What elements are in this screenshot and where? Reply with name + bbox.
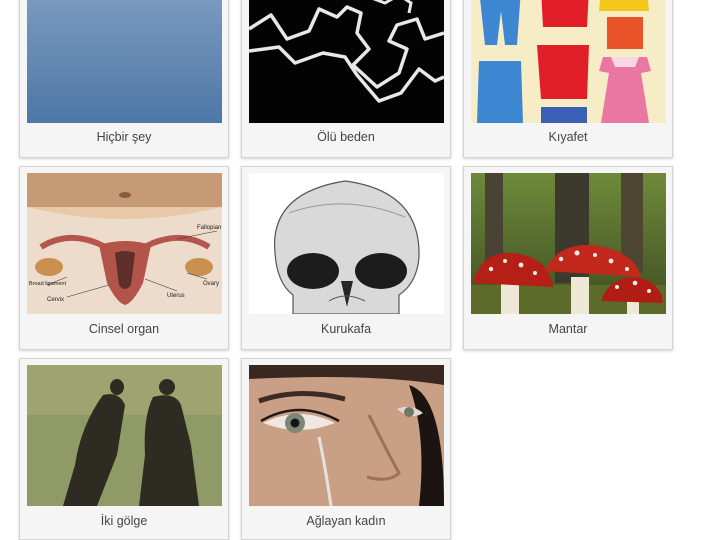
card-caption: Kurukafa [320,322,372,336]
grid-card-olu-beden[interactable]: Ölü beden [241,0,451,158]
label-uterus: Uterus [167,293,185,299]
grid-card-cinsel-organ[interactable]: Fallopian Ovary Uterus Broad ligament Ce… [19,166,229,350]
card-caption: Kıyafet [548,130,588,144]
mushroom-image [471,173,666,314]
two-shadows-image [27,365,222,506]
chalk-outline-image [249,0,444,123]
grid-card-iki-golge[interactable]: İki gölge [19,358,229,540]
label-fallopian: Fallopian [197,225,221,231]
card-caption: Cinsel organ [88,322,160,336]
grid-card-aglayan-kadin[interactable]: Ağlayan kadın [241,358,451,540]
card-caption: Mantar [548,322,588,336]
grid-card-kurukafa[interactable]: Kurukafa [241,166,451,350]
card-caption: Hiçbir şey [96,130,152,144]
crying-woman-image [249,365,444,506]
grid-card-kiyafet[interactable]: Kıyafet [463,0,673,158]
card-caption: Ölü beden [317,130,375,144]
card-caption: Ağlayan kadın [306,514,386,528]
label-broad-ligament: Broad ligament [29,281,66,287]
label-cervix: Cervix [47,297,64,303]
card-caption: İki gölge [100,514,148,528]
grid-card-hicbir-sey[interactable]: Hiçbir şey [19,0,229,158]
clothing-image [471,0,666,123]
image-grid: Hiçbir şey Ölü beden Kıyafet Fallopian O… [0,0,720,540]
grid-card-mantar[interactable]: Mantar [463,166,673,350]
empty-sky-image [27,0,222,123]
anatomy-image: Fallopian Ovary Uterus Broad ligament Ce… [27,173,222,314]
skull-image [249,173,444,314]
label-ovary: Ovary [203,281,219,287]
